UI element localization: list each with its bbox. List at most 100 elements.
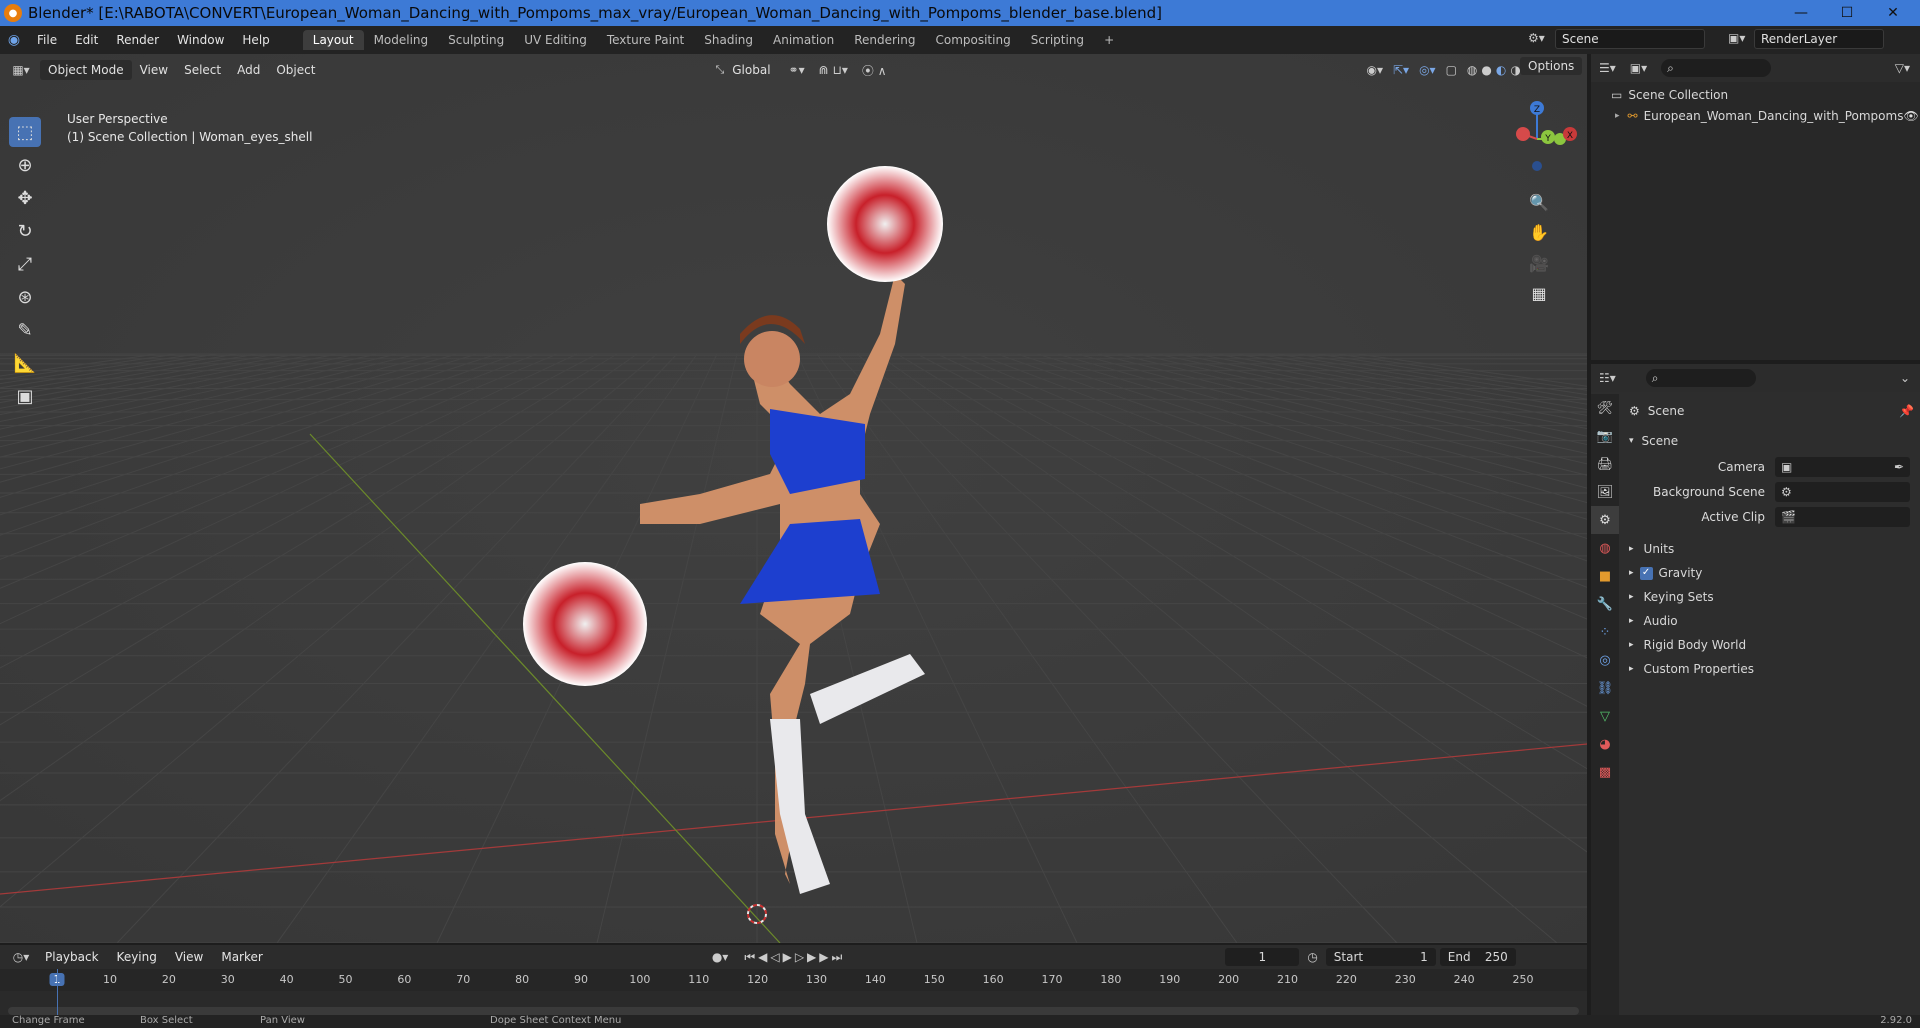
eye-visibility-icon[interactable]: 👁	[1903, 109, 1918, 123]
scene-selector[interactable]: Scene	[1555, 29, 1705, 49]
wireframe-shading-icon[interactable]: ◍	[1467, 63, 1477, 77]
menu-render[interactable]: Render	[107, 33, 168, 47]
move-tool-icon[interactable]: ✥	[9, 183, 41, 213]
outliner-search-input[interactable]: ⌕	[1661, 59, 1772, 77]
display-mode-icon[interactable]: ▣▾	[1630, 61, 1647, 75]
visibility-icon[interactable]: ◉▾	[1366, 63, 1383, 77]
tab-animation[interactable]: Animation	[763, 30, 844, 50]
close-button[interactable]: ✕	[1870, 0, 1916, 26]
camera-view-icon[interactable]: 🎥	[1525, 249, 1553, 277]
cursor-tool-icon[interactable]: ⊕	[9, 150, 41, 180]
axis-gizmo[interactable]: Z Y X	[1490, 94, 1580, 174]
proportional-edit-icon[interactable]: ⦿ ∧	[862, 62, 887, 79]
tool-tab-icon[interactable]: 🛠	[1591, 394, 1619, 422]
view-layer-tab-icon[interactable]: 🖼	[1591, 478, 1619, 506]
clock-icon[interactable]: ◷	[1307, 950, 1317, 964]
overlays-toggle-icon[interactable]: ◎▾	[1419, 63, 1436, 77]
tab-shading[interactable]: Shading	[694, 30, 763, 50]
timeline-menu-playback[interactable]: Playback	[36, 950, 108, 964]
particles-tab-icon[interactable]: ⁘	[1591, 618, 1619, 646]
object-tab-icon[interactable]: ■	[1591, 562, 1619, 590]
properties-search-input[interactable]: ⌕	[1645, 369, 1756, 387]
material-shading-icon[interactable]: ◐	[1496, 63, 1506, 77]
annotate-tool-icon[interactable]: ✎	[9, 315, 41, 345]
tab-compositing[interactable]: Compositing	[925, 30, 1020, 50]
material-tab-icon[interactable]: ◕	[1591, 730, 1619, 758]
transform-orientation-select[interactable]: Global	[724, 60, 778, 80]
modifier-tab-icon[interactable]: 🔧	[1591, 590, 1619, 618]
add-cube-tool-icon[interactable]: ▣	[9, 381, 41, 411]
world-tab-icon[interactable]: ◍	[1591, 534, 1619, 562]
gravity-checkbox[interactable]: ✓	[1639, 566, 1653, 580]
properties-editor-icon[interactable]: ☷▾	[1599, 371, 1616, 385]
outliner-editor-icon[interactable]: ☰▾	[1599, 61, 1616, 75]
filter-icon[interactable]: ▽▾	[1895, 61, 1910, 75]
select-box-tool-icon[interactable]: ⬚	[9, 117, 41, 147]
tab-scripting[interactable]: Scripting	[1021, 30, 1094, 50]
menu-window[interactable]: Window	[168, 33, 233, 47]
eyedropper-icon[interactable]: ✒	[1894, 460, 1904, 474]
expand-arrow-icon[interactable]: ▸	[1615, 111, 1620, 121]
pin-icon[interactable]: 📌	[1899, 404, 1914, 418]
ortho-grid-icon[interactable]: ▦	[1525, 279, 1553, 307]
gizmo-toggle-icon[interactable]: ⇱▾	[1393, 63, 1409, 77]
section-audio[interactable]: ▸ Audio	[1629, 609, 1754, 633]
timeline-menu-view[interactable]: View	[166, 950, 212, 964]
section-units[interactable]: ▸ Units	[1629, 537, 1754, 561]
section-gravity[interactable]: ▸ ✓ Gravity	[1629, 561, 1754, 585]
viewport-menu-select[interactable]: Select	[176, 60, 229, 80]
tab-rendering[interactable]: Rendering	[844, 30, 925, 50]
options-button[interactable]: Options	[1520, 57, 1583, 75]
menu-edit[interactable]: Edit	[66, 33, 107, 47]
timeline-ruler[interactable]: 1102030405060708090100110120130140150160…	[0, 969, 1587, 991]
menu-help[interactable]: Help	[233, 33, 278, 47]
editor-type-icon[interactable]: ▦▾	[6, 63, 36, 77]
add-workspace-button[interactable]: +	[1094, 30, 1124, 50]
record-icon[interactable]: ●▾	[712, 950, 729, 964]
timeline-menu-keying[interactable]: Keying	[108, 950, 166, 964]
tab-texture-paint[interactable]: Texture Paint	[597, 30, 694, 50]
viewport-menu-view[interactable]: View	[132, 60, 176, 80]
chevron-down-icon[interactable]: ⌄	[1900, 371, 1910, 385]
renderlayer-icon[interactable]: ▣▾	[1728, 31, 1745, 45]
texture-tab-icon[interactable]: ▩	[1591, 758, 1619, 786]
render-tab-icon[interactable]: 📷	[1591, 422, 1619, 450]
timeline-scrollbar[interactable]	[8, 1007, 1579, 1015]
tab-layout[interactable]: Layout	[302, 30, 364, 50]
scene-panel-header[interactable]: ▾ Scene	[1629, 434, 1678, 448]
renderlayer-selector[interactable]: RenderLayer	[1754, 29, 1884, 49]
constraints-tab-icon[interactable]: ⛓	[1591, 674, 1619, 702]
rotate-tool-icon[interactable]: ↻	[9, 216, 41, 246]
active-clip-field[interactable]: 🎬	[1775, 507, 1910, 527]
transform-tool-icon[interactable]: ⊛	[9, 282, 41, 312]
scale-tool-icon[interactable]: ⤢	[9, 249, 41, 279]
pan-hand-icon[interactable]: ✋	[1525, 218, 1553, 246]
measure-tool-icon[interactable]: 📐	[9, 348, 41, 378]
scene-collection-row[interactable]: ▭ Scene Collection	[1611, 88, 1728, 102]
outliner-item[interactable]: ▸ ⚯ European_Woman_Dancing_with_Pompoms …	[1615, 109, 1919, 123]
start-frame-field[interactable]: Start 1	[1325, 948, 1436, 966]
background-scene-field[interactable]: ⚙	[1775, 482, 1910, 502]
blender-menu-icon[interactable]: ◉	[0, 32, 28, 48]
snap-icon[interactable]: ⋒ ⊔▾	[819, 63, 848, 77]
tab-modeling[interactable]: Modeling	[364, 30, 439, 50]
scene-tab-icon[interactable]: ⚙	[1591, 506, 1619, 534]
section-rigid-body-world[interactable]: ▸ Rigid Body World	[1629, 633, 1754, 657]
3d-viewport[interactable]: ▦▾ Object Mode View Select Add Object ⤡ …	[0, 54, 1587, 943]
playback-controls[interactable]: ⏮◀◁▶▷▶▶⏭	[744, 950, 845, 965]
timeline-editor-icon[interactable]: ◷▾	[6, 950, 36, 964]
section-custom-properties[interactable]: ▸ Custom Properties	[1629, 657, 1754, 681]
current-frame-field[interactable]: 1	[1225, 948, 1300, 966]
object-mode-select[interactable]: Object Mode	[40, 60, 132, 80]
data-tab-icon[interactable]: ▽	[1591, 702, 1619, 730]
xray-icon[interactable]: ▢	[1446, 63, 1457, 77]
menu-file[interactable]: File	[28, 33, 66, 47]
minimize-button[interactable]: —	[1778, 0, 1824, 26]
camera-field[interactable]: ▣ ✒	[1775, 457, 1910, 477]
physics-tab-icon[interactable]: ◎	[1591, 646, 1619, 674]
zoom-icon[interactable]: 🔍	[1525, 188, 1553, 216]
viewport-menu-object[interactable]: Object	[268, 60, 323, 80]
maximize-button[interactable]: ☐	[1824, 0, 1870, 26]
tab-uv-editing[interactable]: UV Editing	[514, 30, 597, 50]
solid-shading-icon[interactable]: ●	[1481, 63, 1491, 77]
